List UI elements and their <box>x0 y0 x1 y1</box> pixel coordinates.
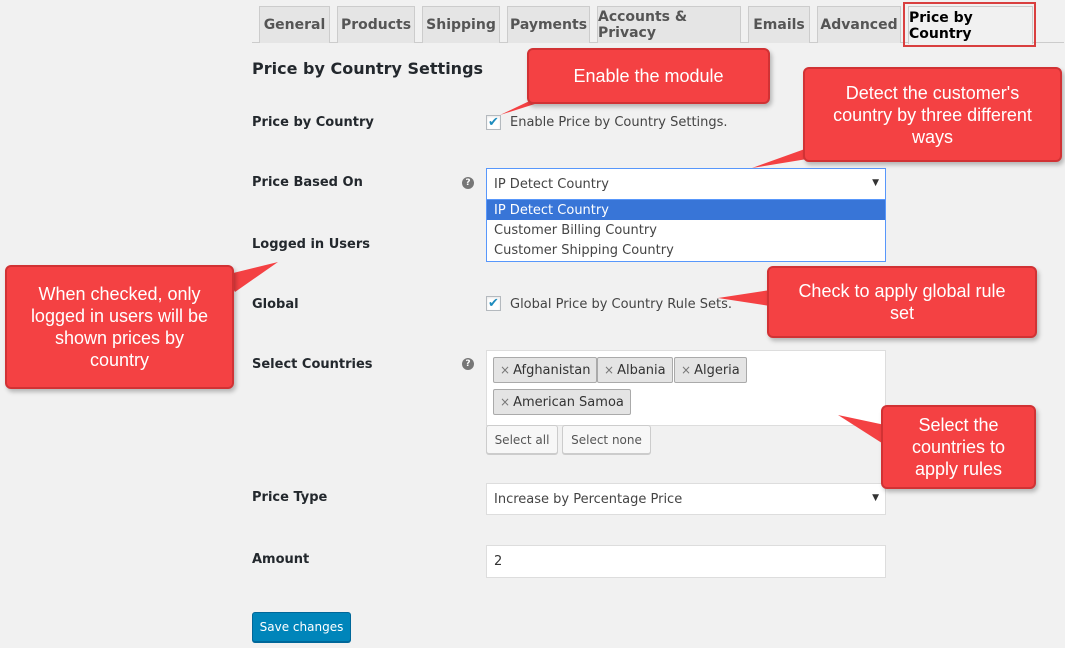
price-type-label: Price Type <box>252 490 328 505</box>
price-based-on-dropdown: IP Detect Country Customer Billing Count… <box>486 200 886 262</box>
price-based-on-select[interactable]: IP Detect Country ▼ <box>486 168 886 200</box>
callout-global-rule: Check to apply global rule set <box>767 266 1037 338</box>
tab-products[interactable]: Products <box>337 6 415 43</box>
caret-down-icon: ▼ <box>872 493 879 503</box>
remove-icon[interactable]: × <box>681 363 691 377</box>
select-countries-label: Select Countries <box>252 357 373 372</box>
country-chip[interactable]: × Albania <box>597 357 673 383</box>
remove-icon[interactable]: × <box>500 395 510 409</box>
amount-input[interactable]: 2 <box>486 545 886 578</box>
tab-price-by-country[interactable]: Price by Country <box>908 6 1033 44</box>
page-title: Price by Country Settings <box>252 59 484 78</box>
price-type-select[interactable]: Increase by Percentage Price ▼ <box>486 483 886 515</box>
save-changes-button[interactable]: Save changes <box>252 612 351 642</box>
tab-shipping[interactable]: Shipping <box>422 6 500 43</box>
callout-logged-in-users: When checked, only logged in users will … <box>5 265 234 389</box>
checkmark-icon: ✔ <box>488 115 499 130</box>
countries-multiselect[interactable]: × Afghanistan × Albania × Algeria × American… <box>486 350 886 426</box>
global-rule-sets-checkbox[interactable]: ✔ <box>486 296 501 311</box>
tab-advanced[interactable]: Advanced <box>817 6 901 43</box>
global-rule-sets-text: Global Price by Country Rule Sets. <box>510 297 732 312</box>
remove-icon[interactable]: × <box>604 363 614 377</box>
country-chip[interactable]: × Afghanistan <box>493 357 598 383</box>
tab-general[interactable]: General <box>259 6 330 43</box>
callout-select-countries: Select the countries to apply rules <box>881 405 1036 489</box>
help-icon[interactable]: ? <box>462 177 474 189</box>
tab-accounts-privacy[interactable]: Accounts & Privacy <box>597 6 741 43</box>
price-type-value: Increase by Percentage Price <box>494 491 683 507</box>
tab-payments[interactable]: Payments <box>507 6 590 43</box>
select-all-button[interactable]: Select all <box>486 425 558 454</box>
chip-label: Algeria <box>694 362 740 378</box>
callout-detect-country: Detect the customer's country by three d… <box>803 67 1062 162</box>
chip-label: Albania <box>617 362 666 378</box>
chip-label: Afghanistan <box>513 362 591 378</box>
help-icon[interactable]: ? <box>462 358 474 370</box>
checkmark-icon: ✔ <box>488 296 499 311</box>
callout-enable-module: Enable the module <box>527 48 770 104</box>
remove-icon[interactable]: × <box>500 363 510 377</box>
price-by-country-label: Price by Country <box>252 115 374 130</box>
dropdown-option-ip-detect[interactable]: IP Detect Country <box>487 200 885 220</box>
chip-label: American Samoa <box>513 394 624 410</box>
global-label: Global <box>252 297 299 312</box>
tab-emails[interactable]: Emails <box>748 6 810 43</box>
country-chip[interactable]: × American Samoa <box>493 389 631 415</box>
amount-label: Amount <box>252 552 310 567</box>
caret-down-icon: ▼ <box>872 178 879 188</box>
dropdown-option-shipping[interactable]: Customer Shipping Country <box>487 240 885 260</box>
price-based-on-label: Price Based On <box>252 175 363 190</box>
enable-price-by-country-checkbox[interactable]: ✔ <box>486 115 501 130</box>
dropdown-option-billing[interactable]: Customer Billing Country <box>487 220 885 240</box>
price-based-on-value: IP Detect Country <box>494 176 609 192</box>
select-none-button[interactable]: Select none <box>562 425 651 454</box>
country-chip[interactable]: × Algeria <box>674 357 747 383</box>
enable-price-by-country-text: Enable Price by Country Settings. <box>510 115 728 130</box>
logged-in-users-label: Logged in Users <box>252 237 370 252</box>
